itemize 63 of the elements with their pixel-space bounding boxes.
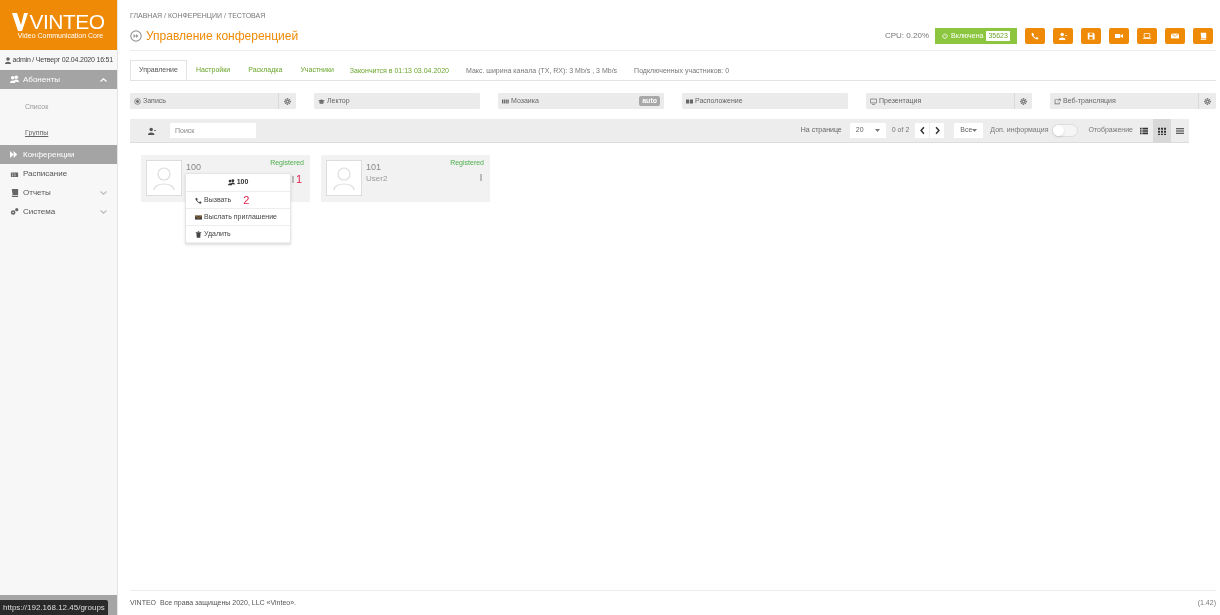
book-icon xyxy=(10,188,19,197)
settings-icon xyxy=(1204,97,1211,105)
logo-text: VINTEO xyxy=(29,11,105,32)
record-icon xyxy=(134,97,141,105)
phone-icon xyxy=(1031,32,1039,40)
chevron-right-icon xyxy=(933,126,941,135)
status-url-tooltip: https://192.168.12.45/groups xyxy=(0,600,108,615)
v-logo-icon xyxy=(12,12,29,31)
sidebar-item[interactable]: Расписание xyxy=(0,164,117,183)
user-icon xyxy=(4,56,11,64)
toolbar-button[interactable] xyxy=(1137,28,1157,44)
sidebar-item[interactable]: Система xyxy=(0,202,117,221)
grid-view-icon xyxy=(1158,126,1166,135)
view-mode-button[interactable] xyxy=(1153,118,1171,143)
toolbar-button[interactable] xyxy=(1053,28,1073,44)
sidebar-item[interactable]: Отчеты xyxy=(0,183,117,202)
dropdown-caret-icon xyxy=(972,129,978,132)
menu-icon xyxy=(1176,126,1184,135)
list-view-icon xyxy=(1140,126,1148,135)
next-page-button[interactable] xyxy=(930,123,945,138)
caret-icon xyxy=(100,209,107,214)
toolbar-button[interactable] xyxy=(1081,28,1101,44)
user-silhouette-icon xyxy=(153,166,175,190)
forward-icon xyxy=(10,150,19,159)
page-title: Управление конференцией xyxy=(146,28,299,45)
layout-icon xyxy=(686,97,693,105)
toolbar-button[interactable] xyxy=(1109,28,1129,44)
laptop-icon xyxy=(1143,32,1151,40)
caret-icon xyxy=(100,190,107,195)
extra-info-toggle[interactable] xyxy=(1052,124,1079,137)
annotation-number: 1 xyxy=(295,174,302,185)
graduation-cap-icon xyxy=(318,97,325,105)
users-icon xyxy=(10,75,19,84)
forward-circle-icon xyxy=(130,30,142,42)
prev-page-button[interactable] xyxy=(915,123,930,138)
phone-icon xyxy=(195,196,202,204)
users-icon xyxy=(227,179,235,186)
share-square-icon xyxy=(1054,97,1061,105)
cpu-usage: CPU: 0.20% xyxy=(884,30,929,42)
book-icon xyxy=(1199,32,1207,40)
settings-icon xyxy=(1020,97,1027,105)
toolbar-button[interactable] xyxy=(1165,28,1185,44)
envelope-icon xyxy=(1171,32,1179,40)
participant-name: User2 xyxy=(366,173,388,185)
settings-icon xyxy=(284,97,291,105)
annotation-number: 2 xyxy=(243,194,250,206)
envelope-icon xyxy=(195,213,202,221)
user-plus-icon xyxy=(1059,32,1067,40)
user-silhouette-icon xyxy=(333,166,355,190)
trash-icon xyxy=(195,230,202,238)
chevron-left-icon xyxy=(918,126,926,135)
participant-number: 100 xyxy=(186,162,202,173)
video-camera-icon xyxy=(1115,32,1123,40)
gears-icon xyxy=(10,207,19,216)
save-icon xyxy=(1087,32,1095,40)
toolbar-button[interactable] xyxy=(1025,28,1045,44)
dropdown-caret-icon xyxy=(874,129,880,132)
participant-number: 101 xyxy=(366,162,383,173)
columns-icon xyxy=(502,97,509,105)
toolbar-button[interactable] xyxy=(1193,28,1213,44)
user-plus-icon xyxy=(148,126,156,135)
caret-icon xyxy=(100,77,107,82)
monitor-icon xyxy=(870,97,877,105)
